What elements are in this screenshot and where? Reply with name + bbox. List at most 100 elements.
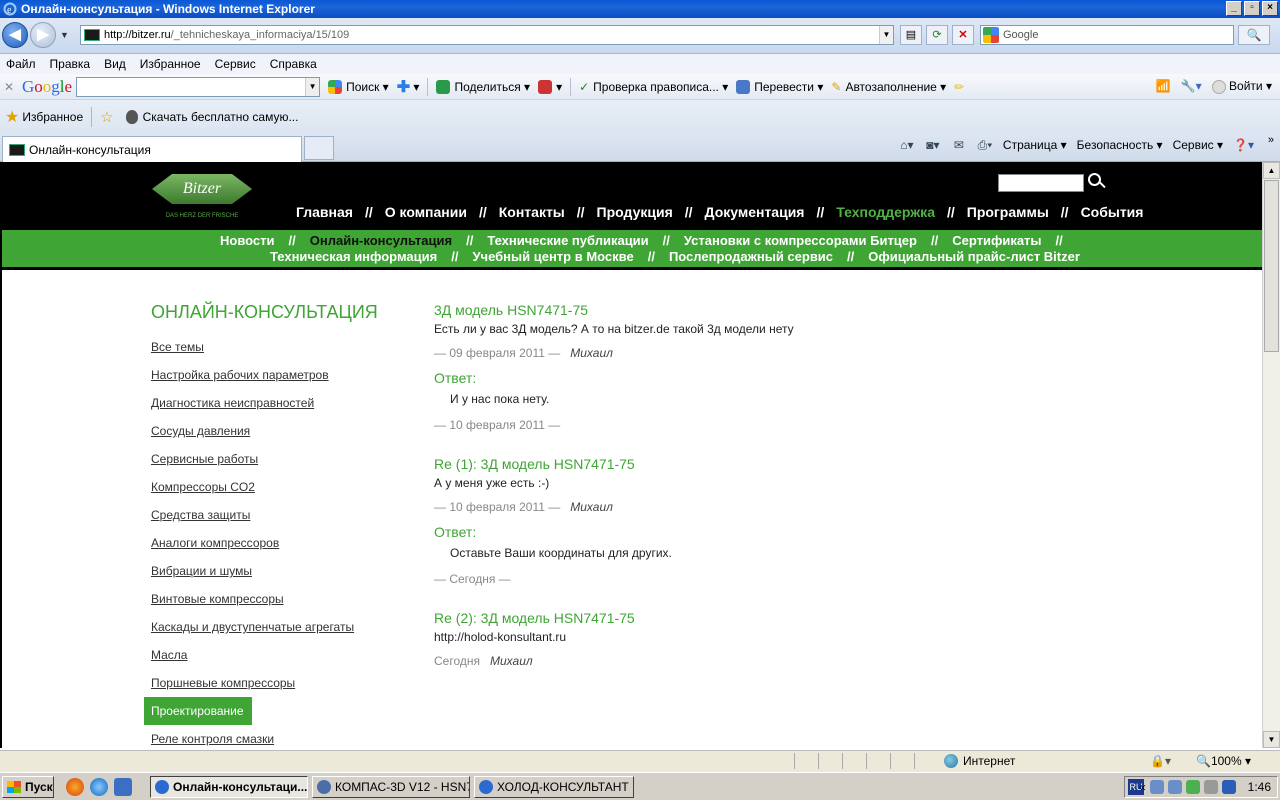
sidebar-item[interactable]: Винтовые компрессоры (144, 585, 384, 613)
sidebar-item[interactable]: Сервисные работы (144, 445, 384, 473)
firefox-icon[interactable] (66, 778, 84, 796)
menu-favorites[interactable]: Избранное (140, 57, 201, 71)
refresh-icon[interactable]: ⟳ (926, 25, 948, 45)
post-title[interactable]: Re (2): 3Д модель HSN7471-75 (434, 610, 1134, 626)
post-title[interactable]: 3Д модель HSN7471-75 (434, 302, 1134, 318)
chevron-icon[interactable]: » (1268, 134, 1274, 146)
mail-icon[interactable]: ✉ (951, 138, 967, 152)
sidebar-item[interactable]: Компрессоры CO2 (144, 473, 384, 501)
protected-mode-icon[interactable]: 🔒▾ (1150, 754, 1171, 768)
post-title[interactable]: Re (1): 3Д модель HSN7471-75 (434, 456, 1134, 472)
search-input[interactable]: Google (980, 25, 1234, 45)
main-nav-item[interactable]: Программы (967, 204, 1049, 220)
favorites-star-icon[interactable]: ★ (5, 107, 19, 127)
google-search-input[interactable]: ▼ (76, 76, 321, 97)
task-kompas[interactable]: КОМПАС-3D V12 - HSN7... (312, 776, 470, 798)
menu-tools[interactable]: Сервис (215, 57, 256, 71)
back-button[interactable]: ◀ (2, 22, 28, 48)
sub-nav-item[interactable]: Установки с компрессорами Битцер (684, 233, 917, 248)
tray-expand-icon[interactable]: « (1139, 780, 1146, 794)
sidebar-item[interactable]: Вибрации и шумы (144, 557, 384, 585)
tools-menu[interactable]: Сервис ▾ (1173, 138, 1223, 152)
sidebar-item[interactable]: Реле контроля смазки (144, 725, 384, 748)
network-icon[interactable] (1149, 780, 1164, 794)
maximize-button[interactable]: ▫ (1244, 1, 1260, 16)
menu-edit[interactable]: Правка (50, 57, 91, 71)
wrench-icon[interactable]: 🔧▾ (1181, 79, 1202, 93)
close-toolbar-icon[interactable]: ✕ (0, 80, 18, 94)
sub-nav-item[interactable]: Онлайн-консультация (310, 233, 452, 248)
sidebar-item[interactable]: Настройка рабочих параметров (144, 361, 384, 389)
scroll-up-icon[interactable]: ▲ (1263, 162, 1280, 179)
main-nav-item[interactable]: Контакты (499, 204, 565, 220)
menu-view[interactable]: Вид (104, 57, 126, 71)
ie-quicklaunch-icon[interactable] (90, 778, 108, 796)
address-dropdown-icon[interactable]: ▼ (879, 26, 893, 44)
start-button[interactable]: Пуск (2, 776, 54, 798)
favorite-link[interactable]: Скачать бесплатно самую... (143, 110, 299, 124)
task-ie-consult[interactable]: Онлайн-консультаци... (150, 776, 308, 798)
translate-button[interactable]: Перевести ▾ (736, 79, 823, 94)
search-go-icon[interactable]: 🔍 (1238, 25, 1270, 45)
zoom-level[interactable]: 🔍100% ▾ (1196, 754, 1251, 768)
desktop-icon[interactable] (114, 778, 132, 796)
address-url[interactable]: http://bitzer.ru/_tehnicheskaya_informac… (104, 29, 879, 41)
forward-button[interactable]: ▶ (30, 22, 56, 48)
sidebar-item[interactable]: Каскады и двуступенчатые агрегаты (144, 613, 384, 641)
sub-nav-item[interactable]: Учебный центр в Москве (472, 249, 633, 264)
history-dropdown-icon[interactable]: ▼ (60, 30, 69, 40)
stop-icon[interactable]: ✕ (952, 25, 974, 45)
site-search-input[interactable] (998, 174, 1084, 192)
spellcheck-button[interactable]: ✓ Проверка правописа... ▾ (579, 80, 728, 94)
main-nav-item[interactable]: Документация (705, 204, 805, 220)
sidebar-item[interactable]: Средства защиты (144, 501, 384, 529)
sub-nav-item[interactable]: Официальный прайс-лист Bitzer (868, 249, 1080, 264)
autofill-button[interactable]: ✎ Автозаполнение ▾ (831, 80, 946, 94)
sub-nav-item[interactable]: Послепродажный сервис (669, 249, 833, 264)
menu-help[interactable]: Справка (270, 57, 317, 71)
add-favorite-icon[interactable]: ☆ (100, 108, 113, 126)
vertical-scrollbar[interactable]: ▲ ▼ (1262, 162, 1280, 748)
sub-nav-item[interactable]: Техническая информация (270, 249, 437, 264)
address-bar[interactable]: http://bitzer.ru/_tehnicheskaya_informac… (80, 25, 894, 45)
popup-blocker-icon[interactable]: ▾ (538, 79, 562, 94)
close-button[interactable]: × (1262, 1, 1278, 16)
driver-icon[interactable] (1221, 780, 1236, 794)
sidebar-item[interactable]: Диагностика неисправностей (144, 389, 384, 417)
signin-button[interactable]: Войти ▾ (1211, 79, 1272, 94)
security-zone[interactable]: Интернет (944, 754, 1015, 768)
main-nav-item[interactable]: Главная (296, 204, 353, 220)
sidebar-item[interactable]: Все темы (144, 333, 384, 361)
page-menu[interactable]: Страница ▾ (1003, 138, 1067, 152)
help-icon[interactable]: ❓▾ (1233, 138, 1254, 152)
feeds-icon[interactable]: ◙▾ (925, 138, 941, 152)
sidebar-item[interactable]: Поршневые компрессоры (144, 669, 384, 697)
main-nav-item[interactable]: О компании (385, 204, 467, 220)
share-button[interactable]: Поделиться ▾ (436, 79, 530, 94)
minimize-button[interactable]: _ (1226, 1, 1242, 16)
sidebar-item[interactable]: Масла (144, 641, 384, 669)
sidebar-item[interactable]: Сосуды давления (144, 417, 384, 445)
shield-icon[interactable] (1185, 780, 1200, 794)
print-icon[interactable]: ⎙▾ (977, 138, 993, 152)
sub-nav-item[interactable]: Технические публикации (487, 233, 648, 248)
scroll-thumb[interactable] (1264, 180, 1279, 352)
bitzer-logo[interactable]: Bitzer DAS HERZ DER FRISCHE (152, 174, 256, 222)
main-nav-item[interactable]: События (1081, 204, 1144, 220)
main-nav-item[interactable]: Техподдержка (836, 204, 935, 220)
new-tab-button[interactable] (304, 136, 334, 160)
safety-menu[interactable]: Безопасность ▾ (1077, 138, 1163, 152)
volume-icon[interactable] (1203, 780, 1218, 794)
main-nav-item[interactable]: Продукция (597, 204, 673, 220)
task-holod[interactable]: ХОЛОД-КОНСУЛЬТАНТ ... (474, 776, 634, 798)
highlighter-icon[interactable]: ✏ (954, 80, 964, 94)
tab-active[interactable]: Онлайн-консультация (2, 136, 302, 162)
sub-nav-item[interactable]: Сертификаты (952, 233, 1041, 248)
menu-file[interactable]: Файл (6, 57, 36, 71)
sidebar-item[interactable]: Аналоги компрессоров (144, 529, 384, 557)
plus-icon[interactable]: ✚ ▾ (397, 77, 420, 97)
sub-nav-item[interactable]: Новости (220, 233, 275, 248)
network2-icon[interactable] (1167, 780, 1182, 794)
sidebar-item[interactable]: Проектирование (144, 697, 252, 725)
compat-view-icon[interactable]: ▤ (900, 25, 922, 45)
